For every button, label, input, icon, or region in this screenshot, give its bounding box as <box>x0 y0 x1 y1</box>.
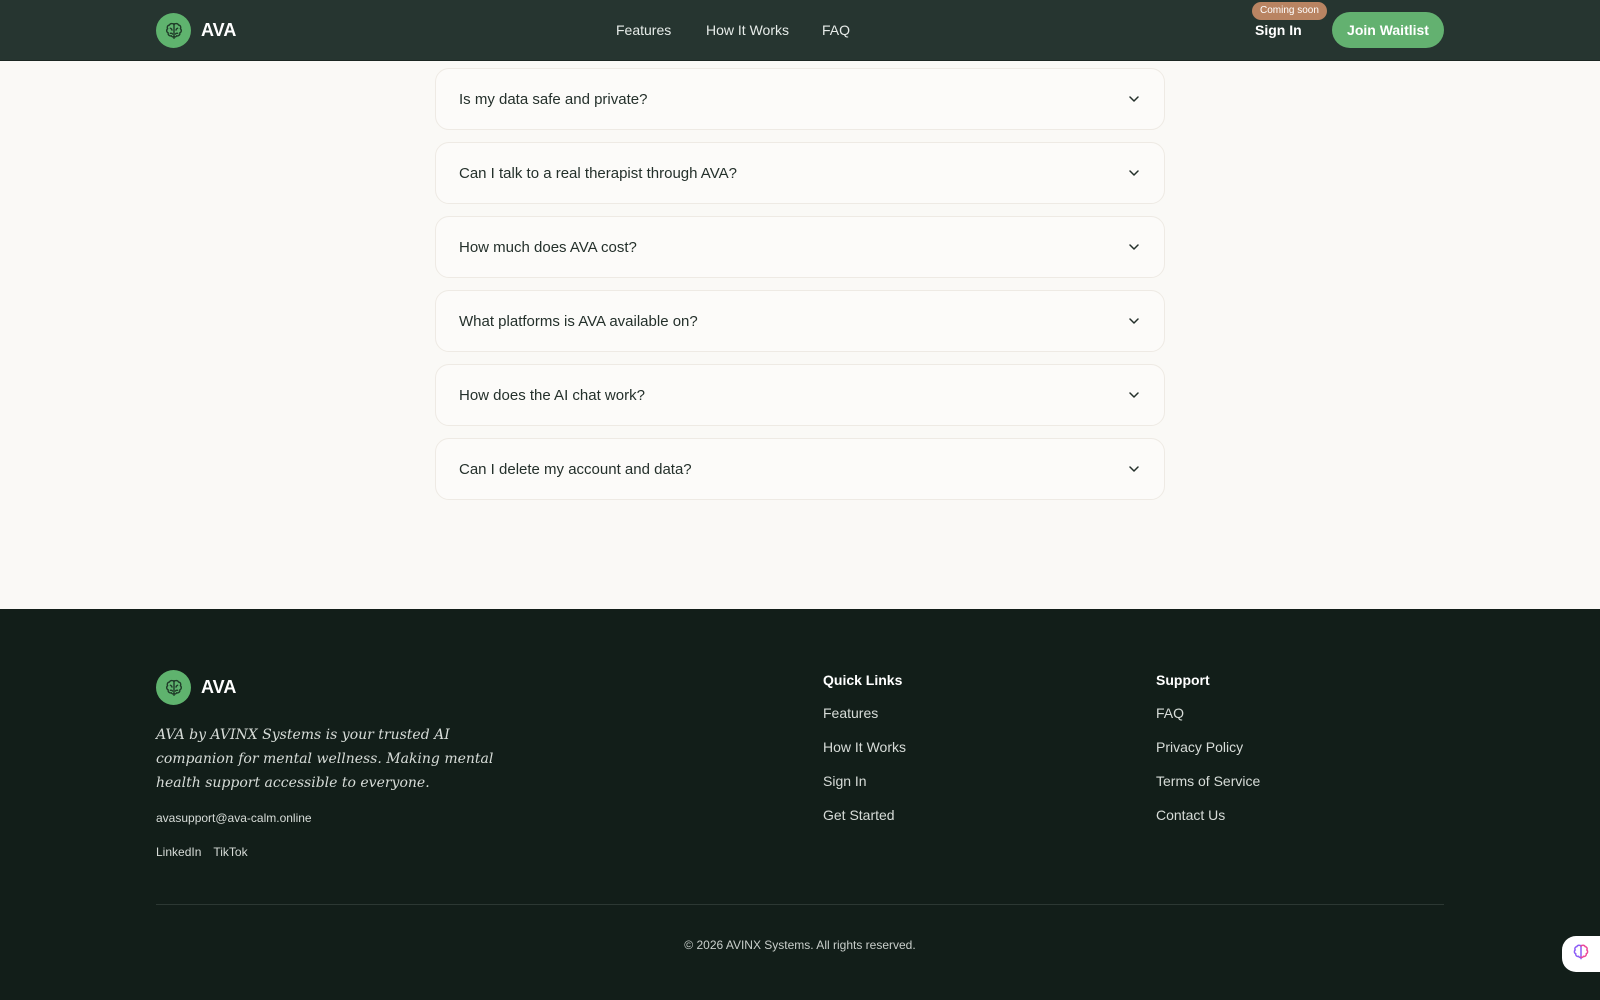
chevron-down-icon <box>1128 241 1140 253</box>
join-waitlist-button[interactable]: Join Waitlist <box>1332 12 1444 48</box>
tiktok-link[interactable]: TikTok <box>213 845 247 859</box>
footer-brand[interactable]: AVA <box>156 670 236 705</box>
faq-question: What platforms is AVA available on? <box>459 312 698 330</box>
footer-link-get-started[interactable]: Get Started <box>823 807 906 841</box>
faq-item[interactable]: Can I delete my account and data? <box>435 438 1165 500</box>
faq-item[interactable]: How does the AI chat work? <box>435 364 1165 426</box>
footer-divider <box>156 904 1444 905</box>
faq-item[interactable]: Is my data safe and private? <box>435 68 1165 130</box>
footer-link-faq[interactable]: FAQ <box>1156 705 1260 739</box>
faq-question: How much does AVA cost? <box>459 238 637 256</box>
support-title: Support <box>1156 672 1210 688</box>
brain-icon <box>1571 942 1591 967</box>
brand-name: AVA <box>201 20 237 40</box>
chevron-down-icon <box>1128 463 1140 475</box>
chat-widget-button[interactable] <box>1562 936 1600 972</box>
faq-item[interactable]: What platforms is AVA available on? <box>435 290 1165 352</box>
faq-list: Is my data safe and private? Can I talk … <box>435 68 1165 512</box>
nav-link-faq[interactable]: FAQ <box>822 22 850 38</box>
chevron-down-icon <box>1128 167 1140 179</box>
brand[interactable]: AVA <box>156 13 236 48</box>
quick-links-column: Quick Links Features How It Works Sign I… <box>823 672 906 841</box>
faq-question: Can I talk to a real therapist through A… <box>459 164 737 182</box>
chevron-down-icon <box>1128 389 1140 401</box>
footer-link-features[interactable]: Features <box>823 705 906 739</box>
faq-item[interactable]: Can I talk to a real therapist through A… <box>435 142 1165 204</box>
support-email-link[interactable]: avasupport@ava-calm.online <box>156 811 312 825</box>
footer-link-contact-us[interactable]: Contact Us <box>1156 807 1260 841</box>
footer-link-privacy-policy[interactable]: Privacy Policy <box>1156 739 1260 773</box>
footer-tagline: AVA by AVINX Systems is your trusted AI … <box>156 727 494 791</box>
chevron-down-icon <box>1128 315 1140 327</box>
brain-icon <box>156 13 191 48</box>
sign-in-link[interactable]: Sign In <box>1255 22 1302 38</box>
nav-link-how-it-works[interactable]: How It Works <box>706 22 789 38</box>
copyright-text: © 2026 AVINX Systems. All rights reserve… <box>684 938 916 952</box>
faq-item[interactable]: How much does AVA cost? <box>435 216 1165 278</box>
footer-link-how-it-works[interactable]: How It Works <box>823 739 906 773</box>
faq-question: Is my data safe and private? <box>459 90 648 108</box>
footer-brand-name: AVA <box>201 677 237 697</box>
brain-icon <box>156 670 191 705</box>
footer-link-sign-in[interactable]: Sign In <box>823 773 906 807</box>
faq-question: Can I delete my account and data? <box>459 460 692 478</box>
faq-question: How does the AI chat work? <box>459 386 645 404</box>
top-navigation-bar: AVA Features How It Works FAQ Coming soo… <box>0 0 1600 61</box>
site-footer: AVA AVA by AVINX Systems is your trusted… <box>0 609 1600 1000</box>
coming-soon-badge: Coming soon <box>1252 2 1327 20</box>
footer-link-terms-of-service[interactable]: Terms of Service <box>1156 773 1260 807</box>
social-links: LinkedIn TikTok <box>156 845 248 859</box>
chevron-down-icon <box>1128 93 1140 105</box>
nav-link-features[interactable]: Features <box>616 22 671 38</box>
linkedin-link[interactable]: LinkedIn <box>156 845 201 859</box>
quick-links-title: Quick Links <box>823 672 903 688</box>
support-column: Support FAQ Privacy Policy Terms of Serv… <box>1156 672 1260 841</box>
